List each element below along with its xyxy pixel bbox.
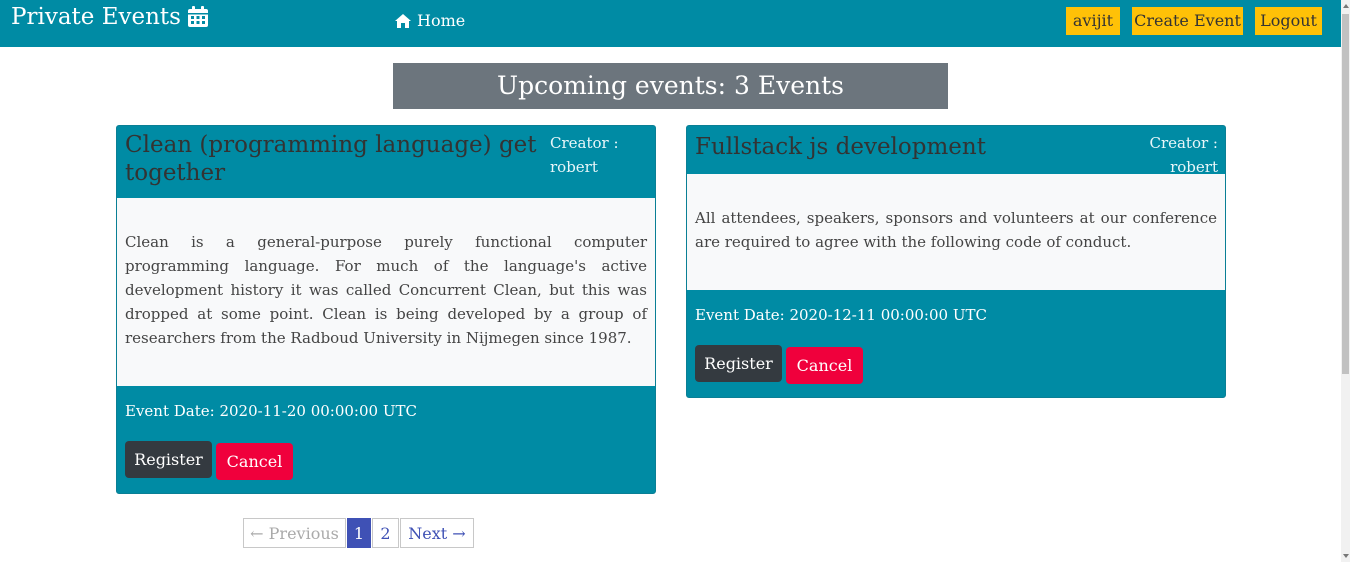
event-card: Fullstack js development Creator : rober… — [686, 125, 1226, 398]
event-creator: Creator : robert — [1149, 134, 1218, 176]
pagination-page-1[interactable]: 1 — [347, 518, 371, 548]
user-profile-button[interactable]: avijit — [1066, 7, 1120, 35]
event-body: All attendees, speakers, sponsors and vo… — [687, 174, 1225, 290]
event-description: All attendees, speakers, sponsors and vo… — [695, 209, 1217, 251]
event-description: Clean is a general-purpose purely functi… — [125, 233, 647, 347]
home-link[interactable]: Home — [394, 11, 465, 30]
event-creator: Creator : robert — [550, 134, 619, 176]
logout-button[interactable]: Logout — [1255, 7, 1322, 35]
home-icon — [395, 13, 411, 28]
scroll-up-icon[interactable] — [1343, 4, 1349, 8]
event-title: Fullstack js development — [695, 134, 986, 160]
pagination-page-2[interactable]: 2 — [372, 518, 399, 548]
navbar: Private Events Home avijit Create Event … — [0, 0, 1341, 47]
event-body: Clean is a general-purpose purely functi… — [117, 198, 655, 386]
event-title: Clean (programming language) get togethe… — [125, 132, 537, 186]
home-label: Home — [417, 11, 466, 30]
page-scrollbar[interactable] — [1341, 0, 1350, 562]
register-button[interactable]: Register — [125, 441, 212, 478]
create-event-button[interactable]: Create Event — [1132, 7, 1243, 35]
pagination-next[interactable]: Next → — [400, 518, 474, 548]
event-card: Clean (programming language) get togethe… — [116, 125, 656, 494]
register-button[interactable]: Register — [695, 345, 782, 382]
cancel-button[interactable]: Cancel — [786, 347, 863, 384]
brand-title: Private Events — [11, 4, 181, 30]
scroll-down-icon[interactable] — [1343, 554, 1349, 558]
scrollbar-thumb[interactable] — [1342, 14, 1349, 374]
pagination-previous[interactable]: ← Previous — [243, 518, 346, 548]
event-date: Event Date: 2020-12-11 00:00:00 UTC — [695, 306, 987, 324]
page-title: Upcoming events: 3 Events — [393, 63, 948, 109]
calendar-icon — [187, 6, 208, 27]
brand-link[interactable]: Private Events — [11, 4, 209, 30]
event-date: Event Date: 2020-11-20 00:00:00 UTC — [125, 402, 417, 420]
cancel-button[interactable]: Cancel — [216, 443, 293, 480]
